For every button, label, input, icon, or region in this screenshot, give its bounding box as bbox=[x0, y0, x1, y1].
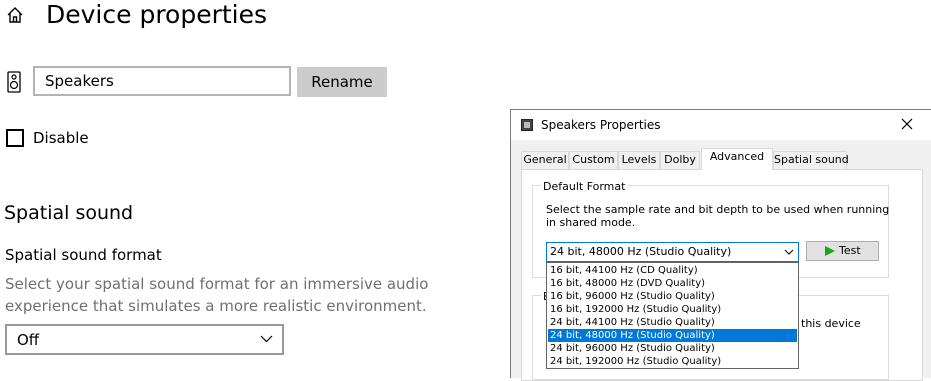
format-option[interactable]: 24 bit, 192000 Hz (Studio Quality) bbox=[548, 355, 797, 368]
device-name-input[interactable] bbox=[33, 66, 291, 96]
default-format-value: 24 bit, 48000 Hz (Studio Quality) bbox=[550, 245, 732, 258]
default-format-select[interactable]: 24 bit, 48000 Hz (Studio Quality) bbox=[546, 242, 799, 262]
speaker-dialog-icon bbox=[521, 119, 533, 131]
tab-dolby[interactable]: Dolby bbox=[660, 151, 700, 169]
format-dropdown-list: 16 bit, 44100 Hz (CD Quality) 16 bit, 480… bbox=[546, 262, 799, 369]
spatial-sound-heading: Spatial sound bbox=[4, 202, 134, 224]
format-option[interactable]: 16 bit, 192000 Hz (Studio Quality) bbox=[548, 303, 797, 316]
spatial-format-value: Off bbox=[17, 331, 40, 349]
spatial-format-description: Select your spatial sound format for an … bbox=[5, 275, 429, 315]
spatial-format-label: Spatial sound format bbox=[5, 246, 162, 264]
format-option[interactable]: 24 bit, 96000 Hz (Studio Quality) bbox=[548, 342, 797, 355]
tab-advanced[interactable]: Advanced bbox=[701, 148, 773, 170]
page-title: Device properties bbox=[46, 0, 268, 29]
speakers-properties-dialog: Speakers Properties General Custom Level… bbox=[510, 109, 931, 381]
tab-levels[interactable]: Levels bbox=[618, 151, 660, 169]
dialog-title: Speakers Properties bbox=[541, 118, 661, 132]
test-button[interactable]: Test bbox=[806, 241, 879, 261]
format-option[interactable]: 24 bit, 44100 Hz (Studio Quality) bbox=[548, 316, 797, 329]
disable-checkbox[interactable] bbox=[6, 129, 24, 147]
format-option[interactable]: 24 bit, 48000 Hz (Studio Quality) bbox=[548, 329, 797, 342]
test-button-label: Test bbox=[839, 244, 861, 257]
dialog-titlebar[interactable]: Speakers Properties bbox=[511, 110, 931, 140]
format-option[interactable]: 16 bit, 44100 Hz (CD Quality) bbox=[548, 264, 797, 277]
spatial-format-select[interactable]: Off bbox=[5, 324, 284, 355]
play-icon bbox=[825, 246, 835, 256]
default-format-description: Select the sample rate and bit depth to … bbox=[546, 203, 890, 229]
disable-label: Disable bbox=[33, 129, 89, 147]
default-format-legend: Default Format bbox=[541, 180, 628, 193]
tab-spatial-sound[interactable]: Spatial sound bbox=[773, 151, 849, 169]
format-option[interactable]: 16 bit, 96000 Hz (Studio Quality) bbox=[548, 290, 797, 303]
close-icon[interactable] bbox=[899, 116, 915, 132]
rename-button[interactable]: Rename bbox=[297, 67, 387, 97]
tab-custom[interactable]: Custom bbox=[569, 151, 618, 169]
speaker-icon bbox=[7, 71, 21, 93]
exclusive-mode-text: this device bbox=[801, 317, 861, 330]
chevron-down-icon bbox=[260, 335, 273, 343]
chevron-down-icon bbox=[784, 249, 794, 255]
format-option[interactable]: 16 bit, 48000 Hz (DVD Quality) bbox=[548, 277, 797, 290]
tab-general[interactable]: General bbox=[521, 151, 569, 169]
home-icon[interactable] bbox=[6, 6, 24, 24]
